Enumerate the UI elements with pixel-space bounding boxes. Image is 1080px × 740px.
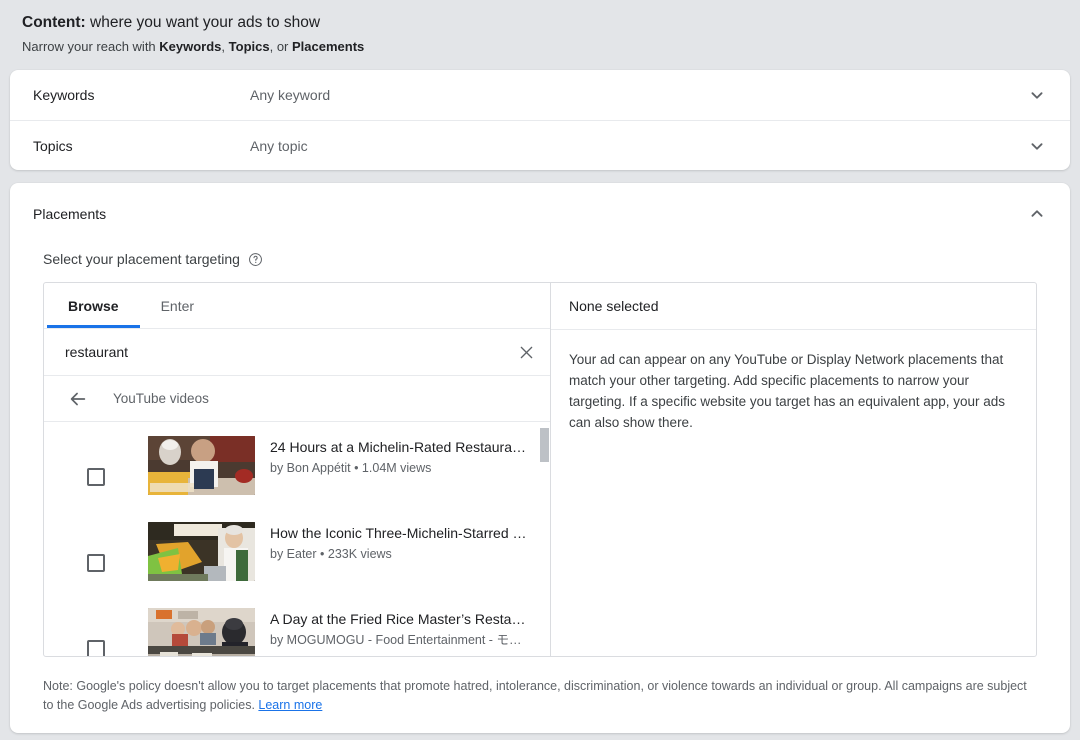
section-value-keywords: Any keyword	[250, 87, 1026, 103]
video-meta: A Day at the Fried Rice Master’s Restaur…	[255, 607, 528, 649]
subtitle-lead: Narrow your reach with	[22, 39, 159, 54]
video-byline: by Bon Appétit • 1.04M views	[270, 459, 528, 477]
arrow-left-icon[interactable]	[66, 387, 90, 411]
checkbox-icon[interactable]	[87, 468, 105, 486]
video-thumbnail	[148, 436, 255, 495]
video-thumbnail	[148, 608, 255, 656]
policy-note: Note: Google's policy doesn't allow you …	[43, 677, 1037, 715]
placements-card: Placements Select your placement targeti…	[10, 183, 1070, 733]
page-title-rest: where you want your ads to show	[86, 14, 320, 31]
chevron-up-icon[interactable]	[1026, 203, 1048, 225]
video-meta: How the Iconic Three-Michelin-Starred Re…	[255, 521, 528, 563]
placement-search-bar	[44, 329, 550, 376]
checkbox-icon[interactable]	[87, 554, 105, 572]
policy-note-text: Note: Google's policy doesn't allow you …	[43, 679, 1027, 712]
tab-browse[interactable]: Browse	[47, 283, 140, 328]
scrollbar-thumb[interactable]	[540, 428, 549, 462]
video-title: 24 Hours at a Michelin-Rated Restaurant,…	[270, 437, 528, 457]
placements-header[interactable]: Placements	[10, 183, 1070, 225]
placement-targeting-label-row: Select your placement targeting	[10, 251, 1070, 267]
picker-tabs: Browse Enter	[44, 283, 550, 329]
list-item[interactable]: A Day at the Fried Rice Master’s Restaur…	[44, 594, 550, 656]
chevron-down-icon[interactable]	[1026, 135, 1048, 157]
placement-targeting-label: Select your placement targeting	[43, 251, 240, 267]
subtitle-topics: Topics	[229, 39, 270, 54]
video-byline: by Eater • 233K views	[270, 545, 528, 563]
page-header: Content: where you want your ads to show…	[0, 0, 1080, 57]
checkbox-cell	[44, 521, 148, 572]
picker-selection-panel: None selected Your ad can appear on any …	[551, 283, 1036, 656]
selection-header: None selected	[551, 283, 1036, 330]
placement-results-list: 24 Hours at a Michelin-Rated Restaurant,…	[44, 422, 550, 656]
placement-picker: Browse Enter YouTube videos	[43, 282, 1037, 657]
placements-title: Placements	[33, 206, 1026, 222]
section-label-topics: Topics	[33, 138, 250, 154]
page-subtitle: Narrow your reach with Keywords, Topics,…	[22, 37, 1080, 57]
video-meta: 24 Hours at a Michelin-Rated Restaurant,…	[255, 435, 528, 477]
content-targeting-page: Content: where you want your ads to show…	[0, 0, 1080, 740]
picker-browse-panel: Browse Enter YouTube videos	[44, 283, 551, 656]
checkbox-cell	[44, 435, 148, 486]
section-row-keywords[interactable]: Keywords Any keyword	[10, 70, 1070, 120]
page-title: Content: where you want your ads to show	[22, 12, 1080, 34]
placement-results-list-wrap: 24 Hours at a Michelin-Rated Restaurant,…	[44, 422, 550, 656]
search-input[interactable]	[63, 343, 514, 361]
list-item[interactable]: 24 Hours at a Michelin-Rated Restaurant,…	[44, 422, 550, 508]
section-row-topics[interactable]: Topics Any topic	[10, 120, 1070, 170]
video-byline: by MOGUMOGU - Food Entertainment - モグモグ …	[270, 631, 528, 649]
subtitle-sep2: , or	[270, 39, 292, 54]
section-label-keywords: Keywords	[33, 87, 250, 103]
video-title: How the Iconic Three-Michelin-Starred Re…	[270, 523, 528, 543]
chevron-down-icon[interactable]	[1026, 84, 1048, 106]
help-circle-icon[interactable]	[248, 252, 263, 267]
section-value-topics: Any topic	[250, 138, 1026, 154]
collapsed-sections-card: Keywords Any keyword Topics Any topic	[10, 70, 1070, 170]
checkbox-icon[interactable]	[87, 640, 105, 656]
subtitle-placements: Placements	[292, 39, 364, 54]
subtitle-keywords: Keywords	[159, 39, 221, 54]
checkbox-cell	[44, 607, 148, 656]
results-scrollbar[interactable]	[539, 422, 550, 656]
list-item[interactable]: How the Iconic Three-Michelin-Starred Re…	[44, 508, 550, 594]
page-title-strong: Content:	[22, 14, 86, 31]
subtitle-sep1: ,	[221, 39, 228, 54]
breadcrumb-label: YouTube videos	[113, 391, 209, 406]
breadcrumb: YouTube videos	[44, 376, 550, 422]
selection-description: Your ad can appear on any YouTube or Dis…	[551, 330, 1036, 433]
tab-enter[interactable]: Enter	[140, 283, 215, 328]
video-thumbnail	[148, 522, 255, 581]
close-icon[interactable]	[514, 340, 538, 364]
learn-more-link[interactable]: Learn more	[258, 698, 322, 712]
video-title: A Day at the Fried Rice Master’s Restaur…	[270, 609, 528, 629]
